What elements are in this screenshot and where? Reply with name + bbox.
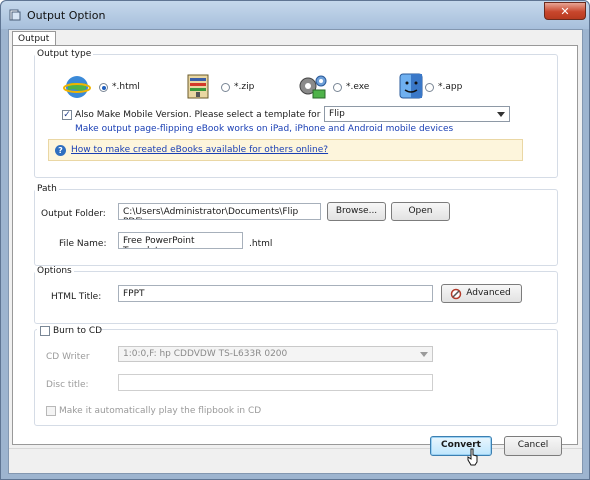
footer-divider (9, 448, 582, 449)
path-group-label: Path (35, 184, 59, 194)
mobile-note: Make output page-flipping eBook works on… (75, 124, 454, 134)
convert-button[interactable]: Convert (430, 436, 492, 456)
app-option-label: *.app (438, 82, 463, 92)
zip-radio[interactable] (221, 83, 230, 92)
advanced-label: Advanced (466, 288, 511, 298)
mobile-template-value: Flip (329, 109, 345, 119)
browse-button[interactable]: Browse... (327, 202, 386, 221)
output-tab-page: Output type *.html *.zip *.exe *.app ✓ A… (12, 45, 578, 445)
mobile-version-label: Also Make Mobile Version. Please select … (75, 110, 357, 120)
file-extension: .html (249, 239, 273, 249)
cd-writer-select[interactable]: 1:0:0,F: hp CDDVDW TS-L633R 0200 (118, 346, 433, 362)
mobile-version-checkbox[interactable]: ✓ (62, 110, 72, 120)
output-folder-value: C:\Users\Administrator\Documents\Flip PD… (123, 207, 299, 219)
chevron-down-icon (497, 112, 505, 117)
html-option-label: *.html (112, 82, 140, 92)
settings-icon (450, 288, 462, 300)
file-name-input[interactable]: Free PowerPoint Templates (118, 232, 243, 249)
mobile-template-select[interactable]: Flip (324, 106, 510, 122)
burn-to-cd-label: Burn to CD (53, 326, 103, 336)
output-folder-label: Output Folder: (41, 209, 106, 219)
info-icon: ? (55, 145, 66, 156)
zip-option-label: *.zip (234, 82, 255, 92)
cd-writer-label: CD Writer (46, 352, 90, 362)
exe-radio[interactable] (333, 83, 342, 92)
disc-title-input[interactable] (118, 374, 433, 391)
file-name-value: Free PowerPoint Templates (123, 236, 195, 248)
help-link[interactable]: How to make created eBooks available for… (71, 145, 328, 155)
autoplay-checkbox[interactable] (46, 406, 56, 416)
html-globe-icon (63, 76, 91, 98)
cd-writer-value: 1:0:0,F: hp CDDVDW TS-L633R 0200 (123, 349, 288, 359)
app-radio[interactable] (425, 83, 434, 92)
chevron-down-icon (420, 352, 428, 357)
output-type-group-label: Output type (35, 49, 94, 59)
app-icon (9, 9, 21, 21)
mac-app-icon (399, 73, 423, 99)
open-button[interactable]: Open (391, 202, 450, 221)
file-name-label: File Name: (59, 239, 107, 249)
tab-output[interactable]: Output (12, 31, 56, 46)
autoplay-label: Make it automatically play the flipbook … (59, 406, 262, 416)
mouse-cursor-icon (467, 448, 478, 466)
burn-to-cd-checkbox[interactable] (40, 326, 50, 336)
html-radio[interactable] (99, 83, 108, 92)
advanced-button[interactable]: Advanced (441, 284, 522, 303)
output-folder-input[interactable]: C:\Users\Administrator\Documents\Flip PD… (118, 203, 321, 220)
dialog-client-area: Output Output type *.html *.zip *.exe *.… (8, 29, 583, 474)
cancel-button[interactable]: Cancel (504, 436, 562, 456)
html-title-value: FPPT (123, 289, 145, 299)
window-title: Output Option (27, 9, 106, 22)
html-title-input[interactable]: FPPT (118, 285, 433, 302)
zip-archive-icon (187, 74, 209, 99)
path-group (34, 189, 558, 266)
help-info-bar: ? How to make created eBooks available f… (48, 139, 523, 161)
options-group-label: Options (35, 266, 74, 276)
html-title-label: HTML Title: (51, 292, 102, 302)
close-icon: ✕ (560, 4, 570, 18)
disc-title-label: Disc title: (46, 380, 89, 390)
exe-option-label: *.exe (346, 82, 370, 92)
output-option-window: Output Option ✕ Output Output type *.htm… (0, 0, 590, 480)
close-button[interactable]: ✕ (544, 2, 586, 20)
exe-program-icon (299, 75, 327, 99)
title-bar[interactable]: Output Option ✕ (1, 1, 589, 29)
